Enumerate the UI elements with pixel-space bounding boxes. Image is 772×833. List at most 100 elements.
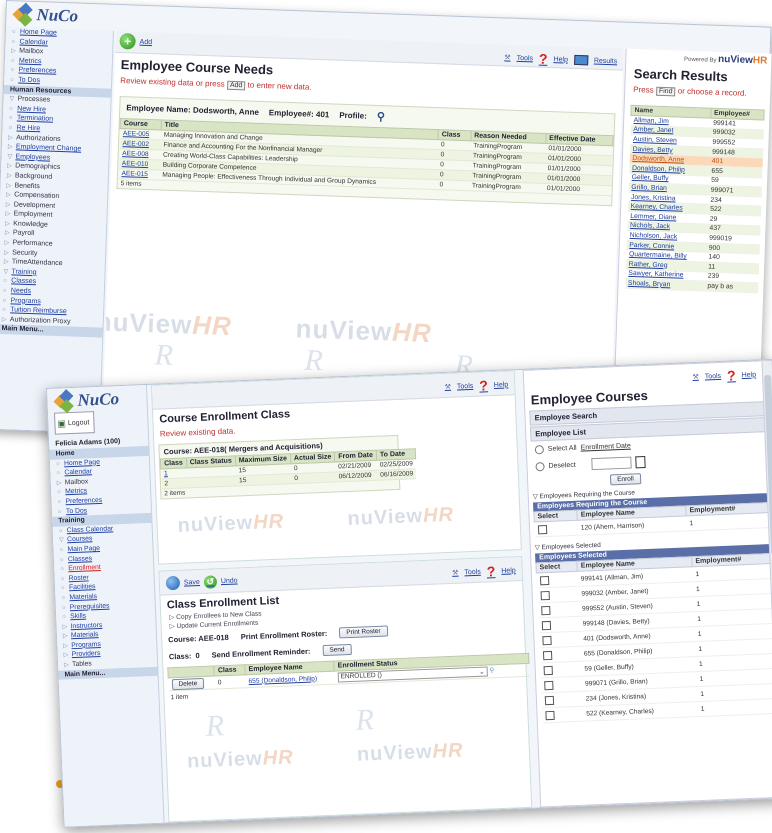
help-link[interactable]: Help [494,381,509,389]
sidebar-item-label: Materials [70,631,99,640]
sidebar-list: ○ Home Page ○ Calendar ▷ Mailbox ○ Metrics ○ Pref… [0,27,113,338]
help-link[interactable]: Help [501,567,516,575]
sidebar-item-label: Materials [69,593,98,602]
save-link[interactable]: Save [184,578,200,586]
sidebar-item-label: Security [12,249,38,257]
select-checkbox[interactable] [543,665,553,675]
sidebar-item-label: Classes [67,554,93,563]
enrollment-date-label: Enrollment Date [580,442,631,452]
add-icon: + [119,32,136,50]
tools-icon[interactable]: ⚒ [452,569,459,577]
sidebar-item-label: Metrics [18,57,42,66]
calendar-icon[interactable] [635,455,646,469]
tools-icon[interactable]: ⚒ [692,373,699,381]
select-checkbox[interactable] [541,635,552,645]
tools-link[interactable]: Tools [517,54,534,62]
select-checkbox[interactable] [543,680,554,690]
sidebar-item-label: Providers [71,650,101,659]
select-all-radio[interactable] [534,445,545,455]
undo-link[interactable]: Undo [221,577,238,585]
select-checkbox[interactable] [540,590,550,600]
sidebar-item-label: Compensation [14,191,60,201]
watermark-r: R [205,709,225,743]
sidebar: ○ Home Page ○ Calendar ▷ Mailbox ○ Metrics ○ Pref… [0,27,114,433]
logout-button[interactable]: ▣ Logout [53,411,95,435]
save-icon[interactable] [165,575,181,591]
class-table-box: Course: AEE-018( Mergers and Acquisition… [158,434,417,500]
sidebar-item-label: To Dos [65,507,88,515]
employee-name-value: Dodsworth, Anne [192,105,260,117]
inline-add-button[interactable]: Add [226,80,246,91]
add-link[interactable]: Add [140,38,153,45]
sidebar-item-label: Home Page [63,458,101,467]
watermark-text-b: HR [262,746,295,770]
deselect-radio[interactable] [535,461,545,471]
select-all-label: Select All [547,444,577,453]
help-link[interactable]: Help [553,56,568,63]
watermark-text: nuViewHR [357,740,464,767]
results-link[interactable]: Results [594,57,618,65]
tools-link[interactable]: Tools [705,372,722,380]
add-button[interactable]: + Add [119,32,153,50]
sidebar-item-label: Main Menu... [1,325,44,334]
course-link[interactable]: AEE-015 [118,168,160,180]
table-cell: 120 (Ahern, Harrison) [577,515,687,536]
table-body: 999141 (Allman, Jim) 1 999032 (Amber, Jane… [536,563,772,723]
sidebar-item-label: Skills [70,612,87,621]
enroll-button[interactable]: Enroll [609,473,641,486]
enrollment-date-input[interactable] [591,456,632,471]
table-cell [540,676,583,693]
watermark-text-a: nuView [347,504,424,530]
help-link[interactable]: Help [741,371,756,379]
table-cell: 06/16/2009 [377,468,417,481]
sidebar-item-label: Training [58,516,85,525]
search-icon[interactable]: ⚲ [489,667,494,674]
print-roster-button[interactable]: Print Roster [339,625,388,639]
class-link[interactable]: 2 [161,477,188,489]
sidebar-item-label: Processes [17,95,51,104]
select-checkbox[interactable] [537,524,547,534]
select-checkbox[interactable] [540,605,550,615]
employee-courses-panel: ⚒ Tools ? Help Employee Courses Employee… [522,359,772,808]
select-checkbox[interactable] [539,575,549,585]
select-checkbox[interactable] [544,710,555,720]
table-cell [541,706,584,723]
watermark-text-a: nuView [356,740,434,766]
tools-icon[interactable]: ⚒ [504,53,511,61]
sidebar-item-label: Mailbox [19,47,44,56]
sidebar-item-label: Programs [71,640,101,650]
table-cell [538,616,580,633]
search-icon[interactable]: ⚲ [377,110,386,123]
watermark-text-b: HR [191,309,233,342]
class-label: Class: 0 [169,651,200,661]
results-icon[interactable] [573,54,589,66]
tools-link[interactable]: Tools [457,382,474,390]
find-button[interactable]: Find [655,86,676,97]
delete-button[interactable]: Delete [171,677,205,690]
select-checkbox[interactable] [541,620,551,630]
help-icon[interactable]: ? [539,51,548,67]
table-cell [541,691,583,708]
help-icon[interactable]: ? [727,367,736,383]
table-cell [539,646,582,663]
select-checkbox[interactable] [544,695,554,705]
sidebar-item-label: Programs [10,296,41,306]
sidebar-item-label: To Dos [18,76,41,85]
sidebar-item-label: Preferences [65,496,103,506]
powered-by-label: Powered By [683,56,717,64]
undo-icon[interactable]: ↺ [203,574,218,589]
help-icon[interactable]: ? [479,377,488,393]
sidebar-item-label: Needs [10,287,32,296]
sidebar-item-label: Tuition Reimburse [10,306,67,316]
tools-icon[interactable]: ⚒ [445,383,452,391]
send-button[interactable]: Send [322,643,352,657]
employee-link[interactable]: 655 (Donaldson, Philip) [248,675,317,685]
select-checkbox[interactable] [542,650,552,660]
sidebar-item-label: Employees [15,153,51,162]
course-enrollment-window: NuCo ▣ Logout Felicia Adams (100) Home ○ H… [46,358,772,828]
help-icon[interactable]: ? [486,563,495,579]
watermark-text-b: HR [432,739,464,763]
watermark-text: nuViewHR [102,306,232,342]
tools-link[interactable]: Tools [464,568,481,576]
employee-link[interactable]: Shoals, Bryan [624,278,705,291]
